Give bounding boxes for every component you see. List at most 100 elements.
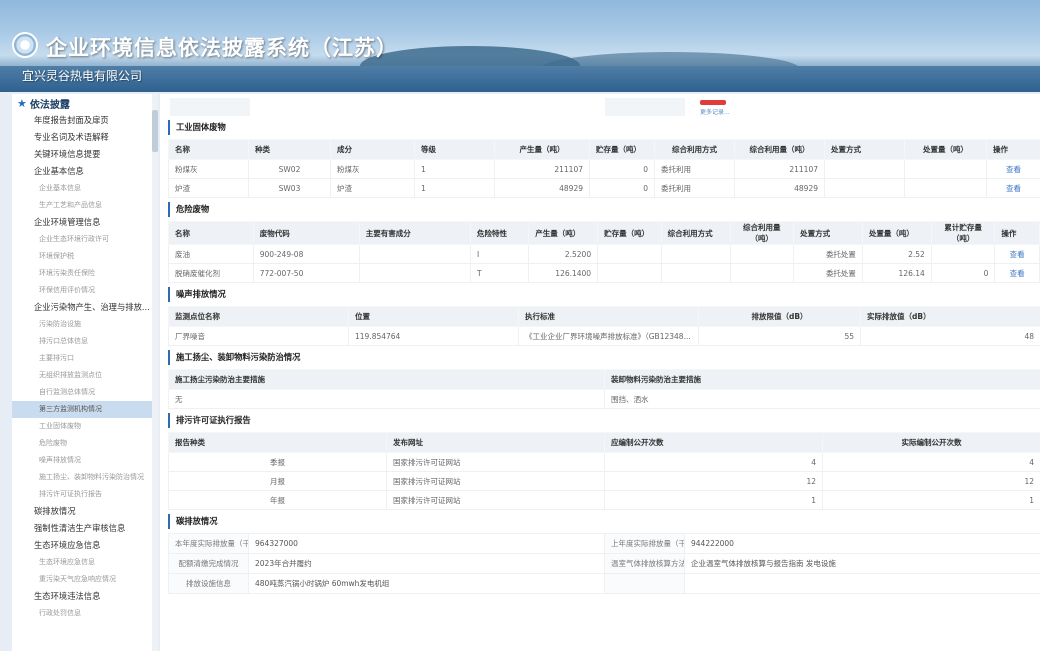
column-header: 报告种类: [168, 432, 387, 453]
table-row: 季报 国家排污许可证网站 4 4: [168, 452, 1040, 472]
sidebar-item[interactable]: 生态环境应急信息: [12, 537, 152, 554]
sidebar-scrollbar-thumb[interactable]: [152, 110, 158, 152]
sidebar-item[interactable]: 企业环境管理信息: [12, 214, 152, 231]
sidebar-subitem[interactable]: 施工扬尘、装卸物料污染防治情况: [12, 469, 152, 486]
table-cell: 55: [698, 326, 861, 346]
sidebar-subitem[interactable]: 工业固体废物: [12, 418, 152, 435]
sidebar-subitem[interactable]: 噪声排放情况: [12, 452, 152, 469]
table-cell: [930, 244, 996, 264]
column-header: 危险特性: [469, 221, 530, 245]
column-header: 综合利用方式: [654, 139, 735, 160]
table-cell: 119.854764: [348, 326, 519, 346]
section-title-noise: 噪声排放情况: [168, 287, 1040, 302]
column-header: 贮存量（吨）: [597, 221, 662, 245]
sidebar-subitem[interactable]: 重污染天气应急响应情况: [12, 571, 152, 588]
table-cell: 无: [168, 389, 605, 409]
sidebar-subitem[interactable]: 生产工艺和产品信息: [12, 197, 152, 214]
column-header: 执行标准: [518, 306, 699, 327]
header-banner: 企业环境信息依法披露系统（江苏） 宜兴灵谷热电有限公司: [0, 0, 1040, 92]
sidebar-subitem[interactable]: 环保信用评价情况: [12, 282, 152, 299]
table-cell: 脱硝废催化剂: [168, 263, 254, 283]
column-header: 累计贮存量（吨）: [930, 221, 996, 245]
table-cell: 委托利用: [654, 178, 735, 198]
sidebar-subitem[interactable]: 生态环境应急信息: [12, 554, 152, 571]
table-row: 月报 国家排污许可证网站 12 12: [168, 471, 1040, 491]
permit-report-table: 报告种类 发布网址 应编制公开次数 实际编制公开次数 季报 国家排污许可证网站 …: [168, 432, 1040, 510]
view-link[interactable]: 查看: [994, 263, 1040, 283]
column-header: 发布网址: [386, 432, 605, 453]
sidebar-subitem[interactable]: 排污口总体信息: [12, 333, 152, 350]
sidebar-item[interactable]: 生态环境违法信息: [12, 588, 152, 605]
sidebar-subitem[interactable]: 污染防治设施: [12, 316, 152, 333]
sidebar-item[interactable]: 关键环境信息提要: [12, 146, 152, 163]
alert-bar: [700, 100, 726, 105]
sidebar-subitem[interactable]: 危险废物: [12, 435, 152, 452]
field-value: 964327000: [248, 533, 605, 554]
column-header: 名称: [168, 139, 249, 160]
sidebar-subitem[interactable]: 排污许可证执行报告: [12, 486, 152, 503]
sidebar-item[interactable]: 碳排放情况: [12, 503, 152, 520]
sidebar-root[interactable]: ★ 依法披露: [12, 94, 152, 112]
sidebar-subitem[interactable]: 环境污染责任保险: [12, 265, 152, 282]
column-header: 操作: [994, 221, 1040, 245]
sidebar-item[interactable]: 强制性清洁生产审核信息: [12, 520, 152, 537]
sidebar-subitem[interactable]: 主要排污口: [12, 350, 152, 367]
sidebar-subitem[interactable]: 行政处罚信息: [12, 605, 152, 622]
view-link[interactable]: 查看: [994, 244, 1040, 264]
table-header-row: 施工扬尘污染防治主要措施 装卸物料污染防治主要措施: [168, 369, 1040, 390]
sidebar-subitem[interactable]: 自行监测总体情况: [12, 384, 152, 401]
column-header: 实际编制公开次数: [822, 432, 1040, 453]
table-cell: 2.52: [861, 244, 932, 264]
sidebar-subitem[interactable]: 企业生态环境行政许可: [12, 231, 152, 248]
sidebar-item[interactable]: 企业基本信息: [12, 163, 152, 180]
main-content: 更多记录... 工业固体废物 名称 种类 成分 等级 产生量（吨） 贮存量（吨）…: [160, 94, 1040, 651]
sidebar-item[interactable]: 企业污染物产生、治理与排放...: [12, 299, 152, 316]
sidebar-subitem[interactable]: 无组织排放监测点位: [12, 367, 152, 384]
view-link[interactable]: 查看: [986, 178, 1040, 198]
table-row: 排放设施信息 480吨蒸汽锅小时锅炉 60mwh发电机组: [168, 573, 1040, 594]
view-link[interactable]: 查看: [986, 159, 1040, 179]
sidebar-root-label: 依法披露: [29, 99, 70, 111]
more-link[interactable]: 更多记录...: [700, 107, 730, 116]
table-cell: 1: [414, 178, 495, 198]
sidebar-subitem[interactable]: 企业基本信息: [12, 180, 152, 197]
table-cell: 1: [604, 490, 823, 510]
table-row: 厂界噪音 119.854764 《工业企业厂界环境噪声排放标准》（GB12348…: [168, 326, 1040, 346]
table-cell: [904, 178, 987, 198]
column-header: 操作: [986, 139, 1040, 160]
top-placeholder-box: [605, 98, 685, 116]
sidebar-item[interactable]: 专业名词及术语解释: [12, 129, 152, 146]
table-cell: 0: [930, 263, 996, 283]
table-cell: 炉渣: [168, 178, 249, 198]
table-cell: 126.14: [861, 263, 932, 283]
table-cell: [597, 263, 662, 283]
column-header: 种类: [248, 139, 331, 160]
column-header: 处置量（吨）: [861, 221, 932, 245]
banner-sea: [0, 66, 1040, 92]
sidebar-subitem-active[interactable]: 第三方监测机构情况: [12, 401, 152, 418]
table-cell: 4: [604, 452, 823, 472]
table-cell: SW02: [248, 159, 331, 179]
column-header: 成分: [330, 139, 415, 160]
table-row: 粉煤灰 SW02 粉煤灰 1 211107 0 委托利用 211107 查看: [168, 159, 1040, 179]
sidebar-item[interactable]: 年度报告封面及扉页: [12, 112, 152, 129]
column-header: 处置方式: [793, 221, 863, 245]
sidebar-scrollbar[interactable]: [152, 94, 158, 651]
sidebar-subitem[interactable]: 环境保护税: [12, 248, 152, 265]
field-label: 上年度实际排放量（千克）: [604, 533, 685, 554]
section-title-dust: 施工扬尘、装卸物料污染防治情况: [168, 350, 1040, 365]
table-cell: 1: [414, 159, 495, 179]
table-cell: [824, 159, 905, 179]
system-title: 企业环境信息依法披露系统（江苏）: [46, 35, 398, 60]
table-row: 年报 国家排污许可证网站 1 1: [168, 490, 1040, 510]
sidebar-nav: ★ 依法披露 年度报告封面及扉页 专业名词及术语解释 关键环境信息提要 企业基本…: [12, 94, 152, 651]
field-value: 944222000: [684, 533, 1040, 554]
table-header-row: 报告种类 发布网址 应编制公开次数 实际编制公开次数: [168, 432, 1040, 453]
table-row: 无 围挡、洒水: [168, 389, 1040, 409]
table-cell: 0: [589, 178, 655, 198]
column-header: 废物代码: [252, 221, 360, 245]
table-cell: [358, 263, 471, 283]
table-cell: 年报: [168, 490, 387, 510]
table-cell: T: [469, 263, 530, 283]
table-cell: [729, 263, 795, 283]
